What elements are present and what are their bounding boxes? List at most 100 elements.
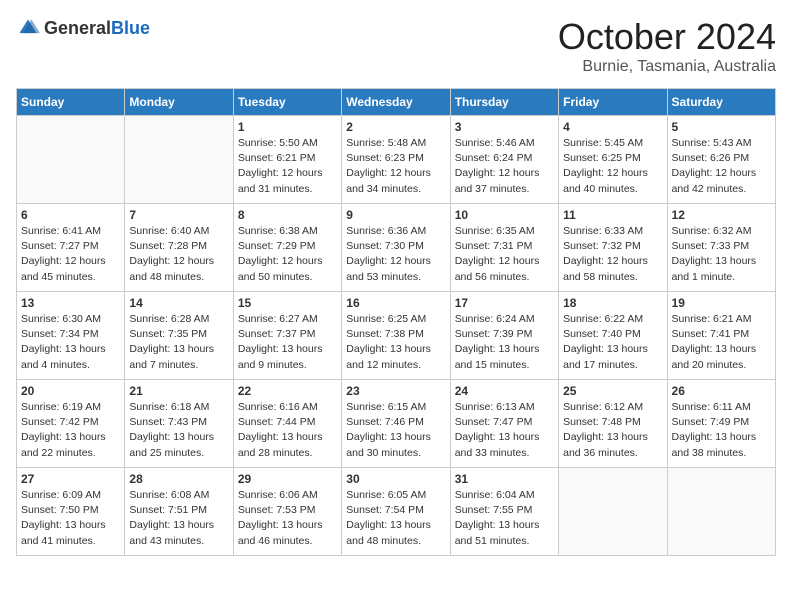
header-cell-thursday: Thursday (450, 89, 558, 116)
day-info: Sunrise: 6:25 AMSunset: 7:38 PMDaylight:… (346, 312, 445, 373)
header-cell-tuesday: Tuesday (233, 89, 341, 116)
day-number: 17 (455, 296, 554, 310)
page-header: GeneralBlue October 2024 Burnie, Tasmani… (16, 16, 776, 76)
calendar-cell: 27Sunrise: 6:09 AMSunset: 7:50 PMDayligh… (17, 468, 125, 556)
calendar-cell: 26Sunrise: 6:11 AMSunset: 7:49 PMDayligh… (667, 380, 775, 468)
day-info: Sunrise: 5:45 AMSunset: 6:25 PMDaylight:… (563, 136, 662, 197)
calendar-cell: 10 Sunrise: 6:35 AMSunset: 7:31 PMDayligh… (450, 204, 558, 292)
header-cell-sunday: Sunday (17, 89, 125, 116)
calendar-cell: 23Sunrise: 6:15 AMSunset: 7:46 PMDayligh… (342, 380, 450, 468)
calendar-cell: 20 Sunrise: 6:19 AMSunset: 7:42 PMDayligh… (17, 380, 125, 468)
day-number: 5 (672, 120, 771, 134)
day-info: Sunrise: 5:50 AMSunset: 6:21 PMDaylight:… (238, 136, 337, 197)
day-info: Sunrise: 5:43 AMSunset: 6:26 PMDaylight:… (672, 136, 771, 197)
calendar-cell (17, 116, 125, 204)
day-number: 14 (129, 296, 228, 310)
logo-icon (16, 16, 40, 40)
day-info: Sunrise: 6:15 AMSunset: 7:46 PMDaylight:… (346, 400, 445, 461)
day-number: 30 (346, 472, 445, 486)
day-number: 25 (563, 384, 662, 398)
calendar-cell: 29 Sunrise: 6:06 AMSunset: 7:53 PMDayligh… (233, 468, 341, 556)
day-info: Sunrise: 6:27 AMSunset: 7:37 PMDaylight:… (238, 312, 337, 373)
calendar-cell (559, 468, 667, 556)
day-info: Sunrise: 6:09 AMSunset: 7:50 PMDaylight:… (21, 488, 120, 549)
day-info: Sunrise: 6:19 AMSunset: 7:42 PMDaylight:… (21, 400, 120, 461)
calendar-week-row: 20 Sunrise: 6:19 AMSunset: 7:42 PMDayligh… (17, 380, 776, 468)
day-number: 10 (455, 208, 554, 222)
calendar-cell: 8 Sunrise: 6:38 AMSunset: 7:29 PMDaylight… (233, 204, 341, 292)
calendar-cell (667, 468, 775, 556)
calendar-cell: 7 Sunrise: 6:40 AMSunset: 7:28 PMDaylight… (125, 204, 233, 292)
calendar-table: SundayMondayTuesdayWednesdayThursdayFrid… (16, 88, 776, 556)
day-info: Sunrise: 6:38 AMSunset: 7:29 PMDaylight:… (238, 224, 337, 285)
day-number: 16 (346, 296, 445, 310)
day-number: 8 (238, 208, 337, 222)
calendar-cell: 30 Sunrise: 6:05 AMSunset: 7:54 PMDayligh… (342, 468, 450, 556)
day-info: Sunrise: 6:33 AMSunset: 7:32 PMDaylight:… (563, 224, 662, 285)
calendar-week-row: 27Sunrise: 6:09 AMSunset: 7:50 PMDayligh… (17, 468, 776, 556)
calendar-week-row: 6Sunrise: 6:41 AMSunset: 7:27 PMDaylight… (17, 204, 776, 292)
calendar-body: 1 Sunrise: 5:50 AMSunset: 6:21 PMDaylight… (17, 116, 776, 556)
day-info: Sunrise: 6:06 AMSunset: 7:53 PMDaylight:… (238, 488, 337, 549)
day-info: Sunrise: 5:48 AMSunset: 6:23 PMDaylight:… (346, 136, 445, 197)
day-info: Sunrise: 6:04 AMSunset: 7:55 PMDaylight:… (455, 488, 554, 549)
calendar-cell: 12 Sunrise: 6:32 AMSunset: 7:33 PMDayligh… (667, 204, 775, 292)
header-cell-friday: Friday (559, 89, 667, 116)
calendar-cell: 15Sunrise: 6:27 AMSunset: 7:37 PMDayligh… (233, 292, 341, 380)
title-block: October 2024 Burnie, Tasmania, Australia (558, 16, 776, 76)
calendar-week-row: 13 Sunrise: 6:30 AMSunset: 7:34 PMDayligh… (17, 292, 776, 380)
day-number: 13 (21, 296, 120, 310)
day-info: Sunrise: 6:11 AMSunset: 7:49 PMDaylight:… (672, 400, 771, 461)
day-number: 4 (563, 120, 662, 134)
day-info: Sunrise: 6:35 AMSunset: 7:31 PMDaylight:… (455, 224, 554, 285)
calendar-cell: 4 Sunrise: 5:45 AMSunset: 6:25 PMDaylight… (559, 116, 667, 204)
day-info: Sunrise: 6:41 AMSunset: 7:27 PMDaylight:… (21, 224, 120, 285)
month-title: October 2024 (558, 16, 776, 58)
day-info: Sunrise: 6:18 AMSunset: 7:43 PMDaylight:… (129, 400, 228, 461)
calendar-cell: 17 Sunrise: 6:24 AMSunset: 7:39 PMDayligh… (450, 292, 558, 380)
calendar-cell: 1 Sunrise: 5:50 AMSunset: 6:21 PMDaylight… (233, 116, 341, 204)
day-number: 31 (455, 472, 554, 486)
header-cell-monday: Monday (125, 89, 233, 116)
calendar-cell: 13 Sunrise: 6:30 AMSunset: 7:34 PMDayligh… (17, 292, 125, 380)
calendar-cell: 16 Sunrise: 6:25 AMSunset: 7:38 PMDayligh… (342, 292, 450, 380)
day-number: 24 (455, 384, 554, 398)
day-number: 20 (21, 384, 120, 398)
calendar-cell: 5 Sunrise: 5:43 AMSunset: 6:26 PMDaylight… (667, 116, 775, 204)
calendar-cell: 28 Sunrise: 6:08 AMSunset: 7:51 PMDayligh… (125, 468, 233, 556)
day-info: Sunrise: 6:08 AMSunset: 7:51 PMDaylight:… (129, 488, 228, 549)
calendar-cell: 11Sunrise: 6:33 AMSunset: 7:32 PMDayligh… (559, 204, 667, 292)
day-number: 18 (563, 296, 662, 310)
day-info: Sunrise: 6:40 AMSunset: 7:28 PMDaylight:… (129, 224, 228, 285)
day-info: Sunrise: 6:32 AMSunset: 7:33 PMDaylight:… (672, 224, 771, 285)
header-cell-wednesday: Wednesday (342, 89, 450, 116)
day-number: 12 (672, 208, 771, 222)
day-info: Sunrise: 6:12 AMSunset: 7:48 PMDaylight:… (563, 400, 662, 461)
day-info: Sunrise: 6:28 AMSunset: 7:35 PMDaylight:… (129, 312, 228, 373)
calendar-cell: 6Sunrise: 6:41 AMSunset: 7:27 PMDaylight… (17, 204, 125, 292)
calendar-cell: 24 Sunrise: 6:13 AMSunset: 7:47 PMDayligh… (450, 380, 558, 468)
calendar-cell: 25 Sunrise: 6:12 AMSunset: 7:48 PMDayligh… (559, 380, 667, 468)
day-number: 29 (238, 472, 337, 486)
day-number: 9 (346, 208, 445, 222)
day-info: Sunrise: 5:46 AMSunset: 6:24 PMDaylight:… (455, 136, 554, 197)
calendar-week-row: 1 Sunrise: 5:50 AMSunset: 6:21 PMDaylight… (17, 116, 776, 204)
day-number: 3 (455, 120, 554, 134)
day-info: Sunrise: 6:05 AMSunset: 7:54 PMDaylight:… (346, 488, 445, 549)
day-number: 22 (238, 384, 337, 398)
day-info: Sunrise: 6:13 AMSunset: 7:47 PMDaylight:… (455, 400, 554, 461)
header-cell-saturday: Saturday (667, 89, 775, 116)
day-info: Sunrise: 6:24 AMSunset: 7:39 PMDaylight:… (455, 312, 554, 373)
day-number: 7 (129, 208, 228, 222)
calendar-header-row: SundayMondayTuesdayWednesdayThursdayFrid… (17, 89, 776, 116)
day-number: 2 (346, 120, 445, 134)
day-info: Sunrise: 6:22 AMSunset: 7:40 PMDaylight:… (563, 312, 662, 373)
day-number: 1 (238, 120, 337, 134)
calendar-cell: 2 Sunrise: 5:48 AMSunset: 6:23 PMDaylight… (342, 116, 450, 204)
day-info: Sunrise: 6:30 AMSunset: 7:34 PMDaylight:… (21, 312, 120, 373)
day-info: Sunrise: 6:16 AMSunset: 7:44 PMDaylight:… (238, 400, 337, 461)
calendar-cell: 21Sunrise: 6:18 AMSunset: 7:43 PMDayligh… (125, 380, 233, 468)
day-number: 28 (129, 472, 228, 486)
logo: GeneralBlue (16, 16, 150, 40)
calendar-cell (125, 116, 233, 204)
